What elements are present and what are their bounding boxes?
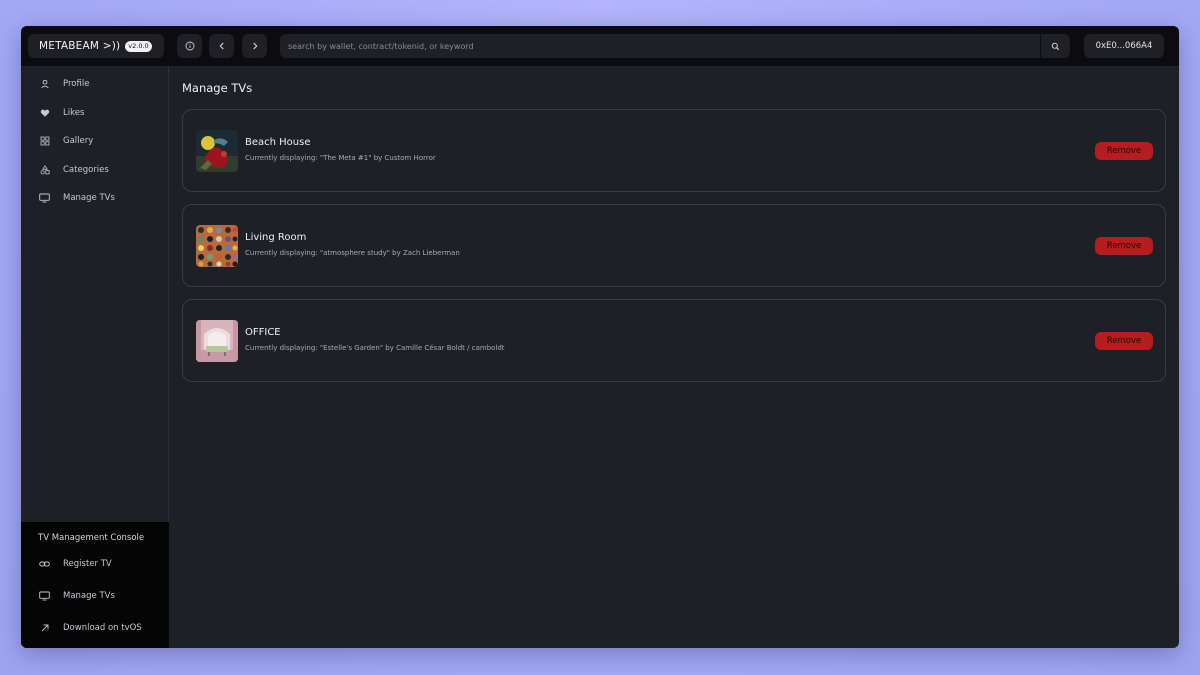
sidebar-item-categories[interactable]: Categories xyxy=(21,159,168,181)
top-bar: METABEAM >)) v2.0.0 search by wallet, co… xyxy=(21,26,1179,66)
console-title: TV Management Console xyxy=(38,533,145,543)
shapes-icon xyxy=(39,165,50,176)
tv-management-console: TV Management Console Register TV Manage… xyxy=(21,522,169,648)
forward-button[interactable] xyxy=(242,34,267,58)
tv-now-playing: Currently displaying: "The Meta #1" by C… xyxy=(245,154,436,162)
app-window: METABEAM >)) v2.0.0 search by wallet, co… xyxy=(21,26,1179,648)
link-icon xyxy=(39,559,50,570)
brand-name: METABEAM >)) xyxy=(39,40,121,52)
console-item-label: Manage TVs xyxy=(63,591,115,601)
console-item-download-tvos[interactable]: Download on tvOS xyxy=(21,617,168,639)
console-item-label: Download on tvOS xyxy=(63,623,142,633)
remove-button[interactable]: Remove xyxy=(1095,237,1153,255)
console-item-label: Register TV xyxy=(63,559,112,569)
tv-card-beach-house: Beach House Currently displaying: "The M… xyxy=(182,109,1166,192)
sidebar-item-profile[interactable]: Profile xyxy=(21,73,168,95)
sidebar-item-label: Profile xyxy=(63,79,90,89)
grid-icon xyxy=(39,136,50,147)
sidebar-item-label: Likes xyxy=(63,108,85,118)
sidebar-item-label: Categories xyxy=(63,165,109,175)
sidebar-item-label: Manage TVs xyxy=(63,193,115,203)
wallet-button[interactable]: 0xE0...066A4 xyxy=(1084,34,1164,58)
main-content: Manage TVs Beach House Currently display… xyxy=(170,66,1179,648)
console-item-register-tv[interactable]: Register TV xyxy=(21,553,168,575)
tv-name: Living Room xyxy=(245,232,307,243)
search-icon xyxy=(1051,42,1060,50)
tv-name: Beach House xyxy=(245,137,311,148)
remove-button[interactable]: Remove xyxy=(1095,332,1153,350)
tv-artwork-thumbnail xyxy=(196,130,238,172)
version-badge: v2.0.0 xyxy=(125,40,152,52)
brand-logo[interactable]: METABEAM >)) v2.0.0 xyxy=(28,34,164,58)
sidebar-item-gallery[interactable]: Gallery xyxy=(21,130,168,152)
back-button[interactable] xyxy=(209,34,234,58)
search-button[interactable] xyxy=(1040,34,1070,58)
tv-artwork-thumbnail xyxy=(196,320,238,362)
info-button[interactable] xyxy=(177,34,202,58)
remove-button[interactable]: Remove xyxy=(1095,142,1153,160)
tv-artwork-thumbnail xyxy=(196,225,238,267)
heart-icon xyxy=(39,108,50,119)
tv-icon xyxy=(39,193,50,204)
sidebar: Profile Likes Gallery Categories Manage … xyxy=(21,66,169,648)
tv-card-office: OFFICE Currently displaying: "Estelle's … xyxy=(182,299,1166,382)
arrow-up-right-icon xyxy=(39,623,50,634)
chevron-left-icon xyxy=(219,42,224,50)
tv-card-living-room: Living Room Currently displaying: "atmos… xyxy=(182,204,1166,287)
sidebar-item-manage-tvs[interactable]: Manage TVs xyxy=(21,187,168,209)
sidebar-item-likes[interactable]: Likes xyxy=(21,102,168,124)
info-icon xyxy=(185,41,194,51)
tv-icon xyxy=(39,591,50,602)
tv-now-playing: Currently displaying: "Estelle's Garden"… xyxy=(245,344,505,352)
search-bar xyxy=(280,34,1070,58)
page-title: Manage TVs xyxy=(182,81,253,95)
tv-name: OFFICE xyxy=(245,327,281,338)
console-item-manage-tvs[interactable]: Manage TVs xyxy=(21,585,168,607)
chevron-right-icon xyxy=(252,42,257,50)
person-icon xyxy=(39,79,50,90)
search-input[interactable] xyxy=(280,34,1038,58)
tv-now-playing: Currently displaying: "atmosphere study"… xyxy=(245,249,460,257)
sidebar-item-label: Gallery xyxy=(63,136,94,146)
